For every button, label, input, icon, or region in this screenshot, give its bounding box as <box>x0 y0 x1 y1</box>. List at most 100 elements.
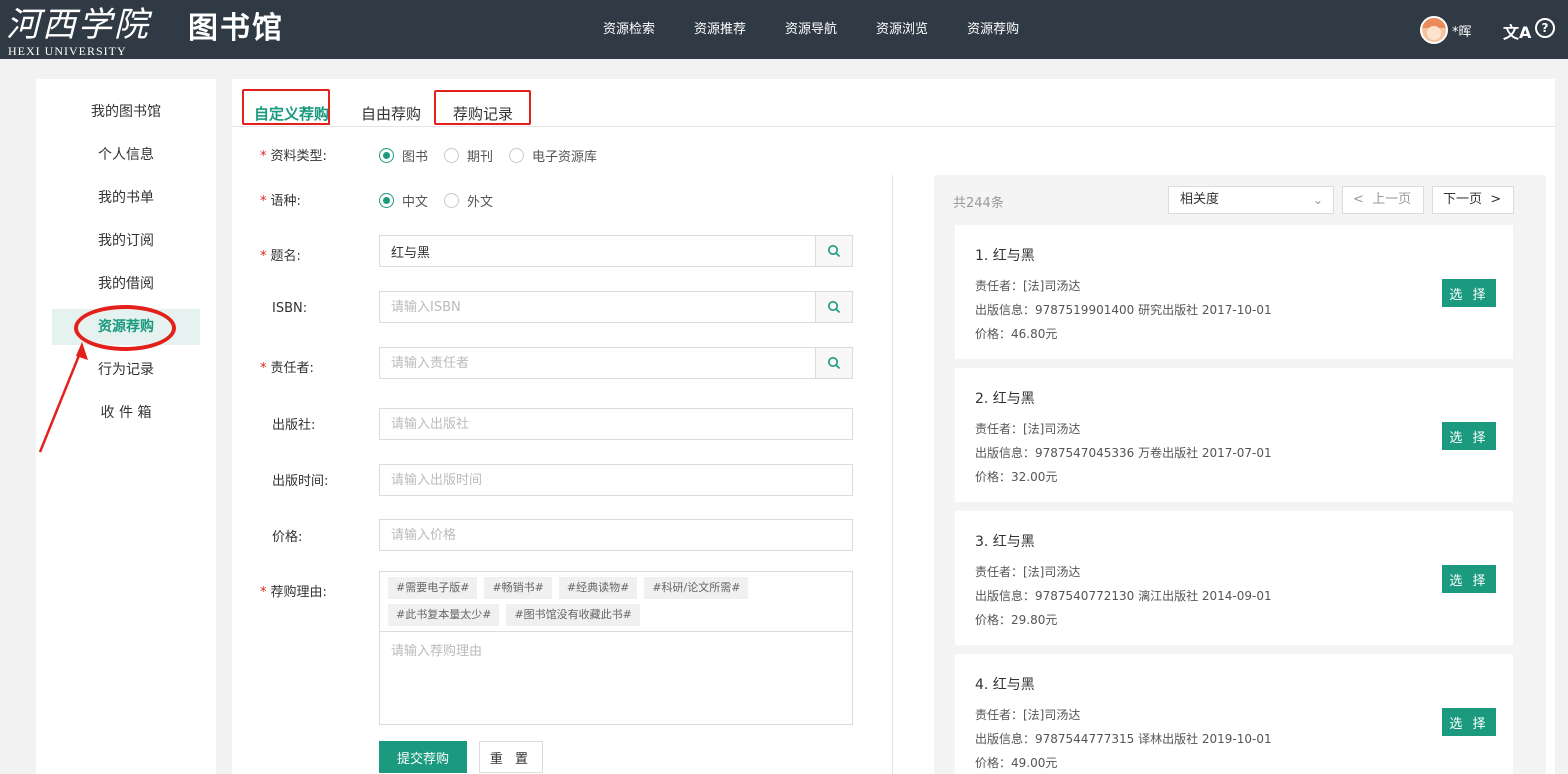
avatar[interactable] <box>1420 16 1448 44</box>
radio-foreign[interactable] <box>444 193 460 208</box>
result-author: 责任者：[法]司汤达 <box>975 708 1081 722</box>
author-search-button[interactable] <box>815 347 853 379</box>
result-author: 责任者：[法]司汤达 <box>975 279 1081 293</box>
price-input[interactable] <box>379 519 853 551</box>
annotation-box-tab-records <box>434 90 531 125</box>
tab-free-suggest[interactable]: 自由荐购 <box>361 103 421 124</box>
annotation-arrow <box>38 342 88 453</box>
prev-page-label: 上一页 <box>1372 192 1412 207</box>
result-price: 价格：32.00元 <box>975 470 1058 484</box>
results-total: 共244条 <box>953 196 1004 211</box>
radio-journal[interactable] <box>444 148 460 163</box>
pubdate-input[interactable] <box>379 464 853 496</box>
search-icon <box>828 245 841 258</box>
site-title[interactable]: 图书馆 <box>188 11 284 47</box>
nav-item-recommend[interactable]: 资源推荐 <box>694 18 746 37</box>
result-pub-info: 出版信息：9787544777315 译林出版社 2019-10-01 <box>975 732 1272 746</box>
type-radio-group: 图书 期刊 电子资源库 <box>379 146 613 165</box>
result-price: 价格：49.00元 <box>975 756 1058 770</box>
isbn-search-button[interactable] <box>815 291 853 323</box>
nav-item-search[interactable]: 资源检索 <box>603 18 655 37</box>
reason-tag[interactable]: #经典读物# <box>558 577 638 599</box>
radio-journal-label[interactable]: 期刊 <box>467 146 493 165</box>
radio-chinese-label[interactable]: 中文 <box>402 191 428 210</box>
main-nav: 资源检索 资源推荐 资源导航 资源浏览 资源荐购 <box>603 18 1058 37</box>
reason-label: * 荐购理由: <box>260 585 327 600</box>
result-title[interactable]: 3. 红与黑 <box>975 531 1035 551</box>
title-label: * 题名: <box>260 249 301 264</box>
result-title[interactable]: 2. 红与黑 <box>975 388 1035 408</box>
annotation-box-tab-custom <box>242 89 330 125</box>
help-icon[interactable]: ? <box>1535 18 1555 38</box>
next-page-label: 下一页 <box>1443 192 1483 207</box>
isbn-input[interactable] <box>379 291 816 323</box>
avatar-face <box>1427 26 1441 40</box>
radio-e-resource[interactable] <box>509 148 525 163</box>
select-button[interactable]: 选 择 <box>1442 422 1496 450</box>
sidebar-item-personal-info[interactable]: 个人信息 <box>52 137 200 173</box>
price-label: 价格: <box>272 530 303 545</box>
reset-button[interactable]: 重 置 <box>479 741 543 773</box>
reason-box: #需要电子版# #畅销书# #经典读物# #科研/论文所需# #此书复本量太少#… <box>379 571 853 725</box>
result-title[interactable]: 1. 红与黑 <box>975 245 1035 265</box>
radio-book-label[interactable]: 图书 <box>402 146 428 165</box>
search-icon <box>828 357 841 370</box>
result-card: 2. 红与黑 责任者：[法]司汤达 出版信息：9787547045336 万卷出… <box>955 368 1513 502</box>
select-button[interactable]: 选 择 <box>1442 708 1496 736</box>
radio-foreign-label[interactable]: 外文 <box>467 191 493 210</box>
result-card: 3. 红与黑 责任者：[法]司汤达 出版信息：9787540772130 漓江出… <box>955 511 1513 645</box>
result-pub-info: 出版信息：9787547045336 万卷出版社 2017-07-01 <box>975 446 1272 460</box>
reason-tag[interactable]: #需要电子版# <box>388 577 478 599</box>
search-icon <box>828 301 841 314</box>
select-button[interactable]: 选 择 <box>1442 565 1496 593</box>
username[interactable]: *晖 <box>1452 21 1472 40</box>
nav-item-browse[interactable]: 资源浏览 <box>876 18 928 37</box>
reason-tag[interactable]: #图书馆没有收藏此书# <box>506 604 640 626</box>
reason-tag[interactable]: #科研/论文所需# <box>644 577 749 599</box>
result-pub-info: 出版信息：9787540772130 漓江出版社 2014-09-01 <box>975 589 1272 603</box>
reason-tag[interactable]: #此书复本量太少# <box>388 604 500 626</box>
reason-tag[interactable]: #畅销书# <box>484 577 552 599</box>
submit-button[interactable]: 提交荐购 <box>379 741 467 773</box>
vertical-divider <box>892 175 893 774</box>
pubdate-label: 出版时间: <box>272 474 329 489</box>
results-panel: 共244条 相关度 ⌄ < 上一页 下一页 > 1. 红与黑 责任者：[法]司汤… <box>934 175 1546 774</box>
result-price: 价格：46.80元 <box>975 327 1058 341</box>
publisher-label: 出版社: <box>272 418 316 433</box>
type-label: * 资料类型: <box>260 149 327 164</box>
isbn-label: ISBN: <box>272 301 308 316</box>
result-author: 责任者：[法]司汤达 <box>975 565 1081 579</box>
radio-book[interactable] <box>379 148 394 163</box>
nav-item-navigation[interactable]: 资源导航 <box>785 18 837 37</box>
lang-label: * 语种: <box>260 194 301 209</box>
lang-radio-group: 中文 外文 <box>379 191 509 210</box>
sidebar-item-my-borrowing[interactable]: 我的借阅 <box>52 266 200 302</box>
title-search-button[interactable] <box>815 235 853 267</box>
author-label: * 责任者: <box>260 361 314 376</box>
chevron-down-icon: ⌄ <box>1312 193 1323 207</box>
chevron-right-icon: > <box>1490 192 1502 207</box>
tab-bar: 自定义荐购 自由荐购 荐购记录 <box>232 79 1555 127</box>
sort-select-value: 相关度 <box>1180 192 1220 207</box>
sidebar-item-my-booklist[interactable]: 我的书单 <box>52 180 200 216</box>
result-title[interactable]: 4. 红与黑 <box>975 674 1035 694</box>
radio-e-resource-label[interactable]: 电子资源库 <box>532 146 597 165</box>
logo-script[interactable]: 河西学院 <box>6 6 150 44</box>
nav-item-purchase-suggest[interactable]: 资源荐购 <box>967 18 1019 37</box>
select-button[interactable]: 选 择 <box>1442 279 1496 307</box>
result-pub-info: 出版信息：9787519901400 研究出版社 2017-10-01 <box>975 303 1272 317</box>
translate-icon[interactable]: 文A <box>1503 19 1531 43</box>
logo-english: HEXI UNIVERSITY <box>8 44 127 58</box>
result-author: 责任者：[法]司汤达 <box>975 422 1081 436</box>
sidebar-item-my-library[interactable]: 我的图书馆 <box>52 94 200 130</box>
publisher-input[interactable] <box>379 408 853 440</box>
reason-textarea[interactable] <box>380 632 852 724</box>
prev-page-button[interactable]: < 上一页 <box>1342 186 1424 214</box>
sidebar-item-my-subscriptions[interactable]: 我的订阅 <box>52 223 200 259</box>
radio-chinese[interactable] <box>379 193 394 208</box>
author-input[interactable] <box>379 347 816 379</box>
sort-select[interactable]: 相关度 ⌄ <box>1168 186 1334 214</box>
title-input[interactable] <box>379 235 816 267</box>
result-card: 1. 红与黑 责任者：[法]司汤达 出版信息：9787519901400 研究出… <box>955 225 1513 359</box>
next-page-button[interactable]: 下一页 > <box>1432 186 1514 214</box>
